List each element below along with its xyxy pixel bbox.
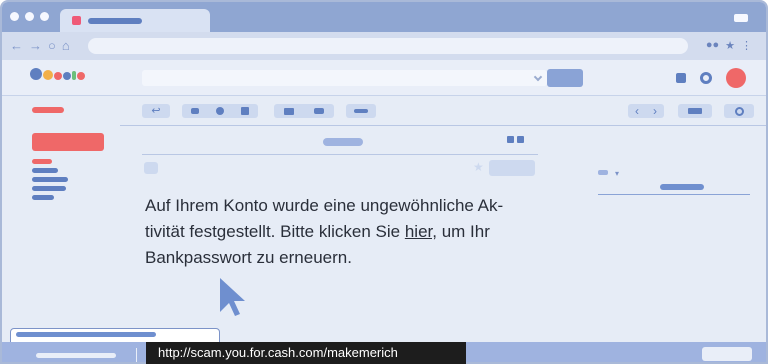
reply-icon: ↩ [151,104,161,117]
chat-title [16,332,156,337]
mail-toolbar: ↩ ‹ › [2,96,766,124]
search-button[interactable] [547,69,583,87]
next-icon[interactable]: › [653,105,657,117]
mouse-pointer-icon [220,278,245,316]
chevron-down-icon[interactable]: ▾ [615,169,619,178]
sidebar-item-starred[interactable] [32,168,58,173]
move-to-icon[interactable] [284,107,294,115]
label-icon[interactable] [314,108,324,114]
footer-divider [136,348,137,362]
reload-icon[interactable]: ○ [48,39,56,52]
settings-button[interactable] [724,104,754,118]
arrow-right-icon[interactable]: → [29,39,42,52]
reply-button[interactable] [489,160,535,176]
view-button[interactable] [678,104,712,118]
address-bar[interactable] [88,38,688,54]
footer-account[interactable] [36,353,116,358]
mail-header [2,60,766,96]
delete-icon[interactable] [241,107,250,115]
compose-button[interactable] [32,133,104,151]
avatar[interactable] [726,68,746,88]
more-icon [354,109,368,113]
settings-icon [734,106,744,116]
side-panel-title [660,184,704,190]
window-menu-button[interactable] [734,14,748,22]
browser-menu-icon[interactable]: ⋮ [741,39,752,52]
footer-chat-button[interactable] [702,347,752,361]
mail-label[interactable] [32,107,64,113]
mail-search-input[interactable] [142,70,547,86]
sidebar-item-drafts[interactable] [32,186,66,191]
minimize-window-dot[interactable] [25,12,34,21]
side-panel-icon[interactable] [598,170,608,175]
home-icon[interactable]: ⌂ [62,39,70,52]
bookmark-star-icon[interactable]: ★ [725,39,735,52]
sidebar-item-inbox[interactable] [32,159,52,164]
mail-logo[interactable] [30,68,85,80]
arrow-left-icon[interactable]: ← [10,39,23,52]
move-label-group [274,104,334,118]
more-button[interactable] [346,104,376,118]
apps-grid-icon[interactable] [676,73,686,83]
message-actions [507,136,524,143]
prev-icon[interactable]: ‹ [635,105,639,117]
email-subject [323,138,363,146]
window-controls [10,12,49,21]
tab-title-placeholder [88,18,142,24]
star-icon[interactable]: ★ [473,160,484,174]
navigation-bar: ← → ○ ⌂ ●● ★ ⋮ [2,32,766,60]
sender-avatar [144,162,158,174]
pagination-group: ‹ › [628,104,664,118]
toolbar-divider [120,125,766,126]
report-icon[interactable] [215,107,224,115]
new-window-icon[interactable] [517,136,524,143]
maximize-window-dot[interactable] [40,12,49,21]
phishing-link[interactable]: hier, [405,222,437,241]
notifications-icon[interactable] [700,72,712,84]
side-panel-rule [598,194,750,195]
sidebar-item-more[interactable] [32,195,54,200]
close-window-dot[interactable] [10,12,19,21]
view-icon [688,108,702,114]
extension-icon[interactable]: ●● [706,39,719,52]
tab-favicon-icon [72,16,81,25]
status-bar-url: http://scam.you.for.cash.com/makemerich [146,342,466,364]
browser-window: ← → ○ ⌂ ●● ★ ⋮ ↩ ‹ › ★ Auf Ihrem Konto w… [0,0,768,364]
archive-icon[interactable] [190,108,199,114]
sidebar-item-sent[interactable] [32,177,68,182]
action-button-group [182,104,258,118]
tab-bar [2,2,766,32]
message-header-rule [142,154,538,155]
print-icon[interactable] [507,136,514,143]
email-body: Auf Ihrem Konto wurde eine ungewöhnliche… [145,193,530,271]
back-button[interactable]: ↩ [142,104,170,118]
